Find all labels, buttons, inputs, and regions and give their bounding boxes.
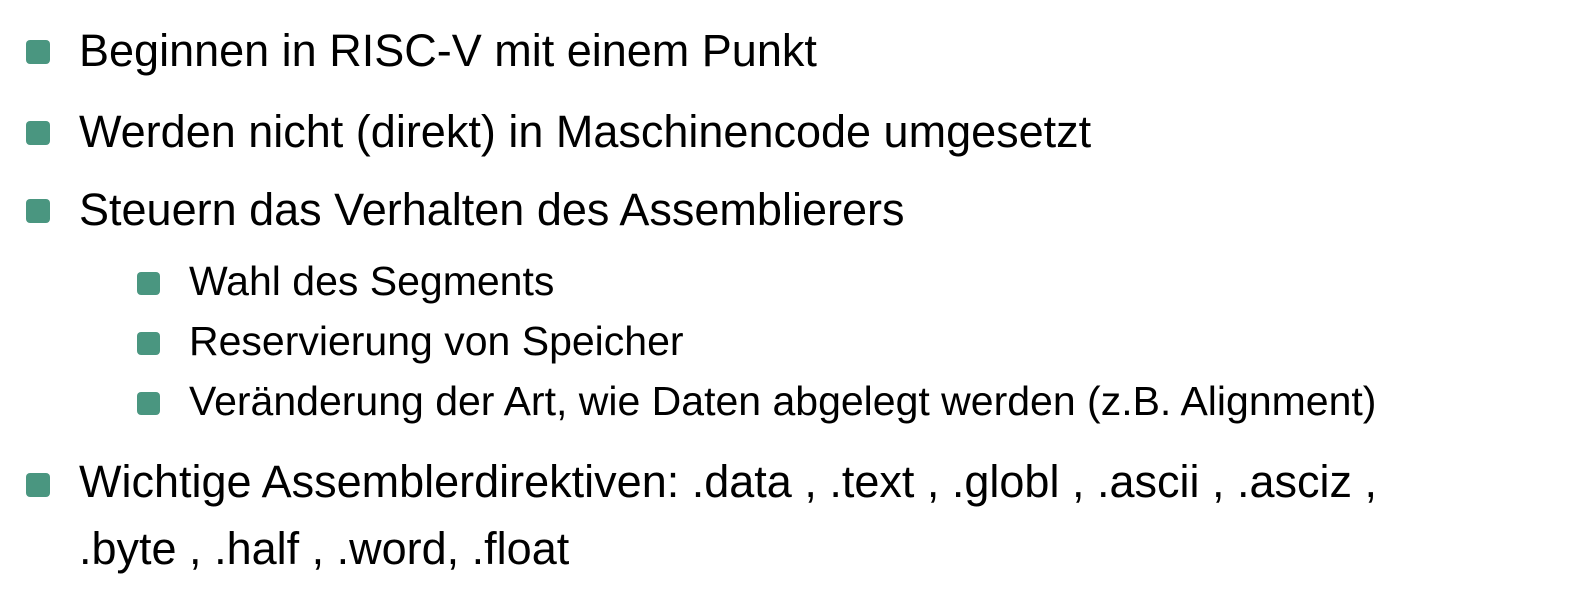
bullet-icon (26, 199, 50, 223)
bullet-icon (26, 40, 50, 64)
sub-bullet-icon (137, 332, 160, 355)
bullet-text: Steuern das Verhalten des Assemblierers (79, 184, 905, 235)
bullet-icon (26, 473, 50, 497)
sub-bullet-text: Veränderung der Art, wie Daten abgelegt … (189, 378, 1377, 424)
bullet-text: Beginnen in RISC-V mit einem Punkt (79, 25, 817, 76)
sub-bullet-text: Wahl des Segments (189, 258, 555, 304)
bullet-text: Werden nicht (direkt) in Maschinencode u… (79, 106, 1092, 157)
bullet-text-continuation: .byte , .half , .word, .float (79, 523, 570, 574)
bullet-icon (26, 121, 50, 145)
sub-bullet-text: Reservierung von Speicher (189, 318, 684, 364)
bullet-text: Wichtige Assemblerdirektiven: .data , .t… (79, 456, 1378, 507)
sub-bullet-icon (137, 272, 160, 295)
sub-bullet-icon (137, 392, 160, 415)
